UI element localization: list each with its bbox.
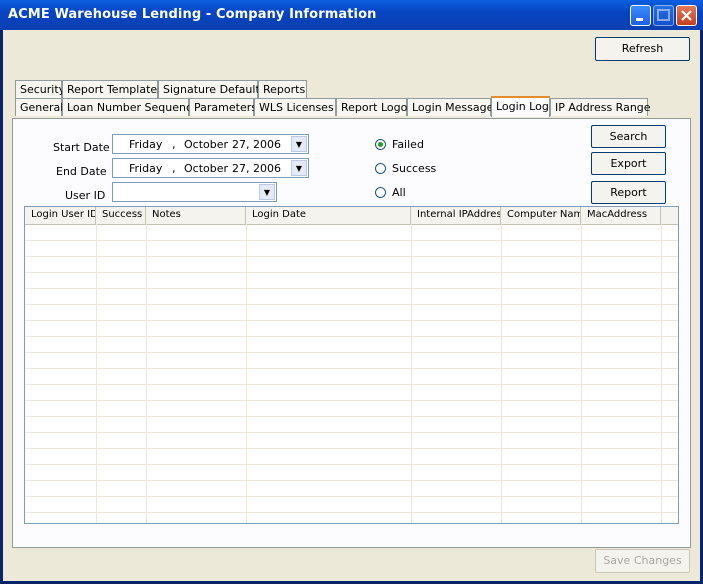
grid-row-line xyxy=(25,304,678,305)
grid-row-line xyxy=(25,384,678,385)
tab-security[interactable]: Security xyxy=(15,80,65,98)
tab-parameters[interactable]: Parameters xyxy=(189,98,257,116)
start-date-month[interactable]: October xyxy=(184,138,228,151)
grid-row-line xyxy=(25,464,678,465)
failed-radio-label[interactable]: Failed xyxy=(392,138,424,151)
export-button[interactable]: Export xyxy=(591,152,666,175)
column-header-success[interactable]: Success xyxy=(96,207,146,224)
grid-column-line xyxy=(146,224,147,523)
title-bar[interactable]: ACME Warehouse Lending - Company Informa… xyxy=(0,0,703,30)
minimize-button[interactable] xyxy=(630,5,651,26)
grid-row-line xyxy=(25,400,678,401)
grid-column-line xyxy=(96,224,97,523)
chevron-down-icon: ▼ xyxy=(295,140,303,149)
minimize-icon xyxy=(636,18,643,21)
grid-row-line xyxy=(25,256,678,257)
grid-row-line xyxy=(25,288,678,289)
tab-general[interactable]: General xyxy=(15,98,63,116)
all-radio-label[interactable]: All xyxy=(392,186,406,199)
grid-row-line xyxy=(25,320,678,321)
tab-login-message[interactable]: Login Message xyxy=(407,98,493,116)
grid-row-line xyxy=(25,240,678,241)
refresh-button[interactable]: Refresh xyxy=(595,37,690,61)
user-id-combobox[interactable]: ▼ xyxy=(112,182,277,202)
tab-reports[interactable]: Reports xyxy=(258,80,307,98)
chevron-down-icon: ▼ xyxy=(295,164,303,173)
column-header-computer-name[interactable]: Computer Name xyxy=(501,207,581,224)
grid-column-line xyxy=(246,224,247,523)
login-log-grid[interactable]: Login User ID Success Notes Login Date I… xyxy=(24,206,679,524)
end-date-month[interactable]: October xyxy=(184,162,228,175)
tab-login-log[interactable]: Login Log xyxy=(491,96,550,117)
start-date-date[interactable]: 27, 2006 xyxy=(232,138,281,151)
end-date-date[interactable]: 27, 2006 xyxy=(232,162,281,175)
grid-column-line xyxy=(411,224,412,523)
tab-signature-defaults[interactable]: Signature Defaults xyxy=(158,80,266,98)
grid-row-line xyxy=(25,416,678,417)
start-date-day[interactable]: Friday xyxy=(129,138,162,151)
chevron-down-icon: ▼ xyxy=(263,188,271,197)
end-date-day[interactable]: Friday xyxy=(129,162,162,175)
tab-report-logo[interactable]: Report Logo xyxy=(336,98,407,116)
close-icon xyxy=(681,10,692,21)
end-date-dropdown-button[interactable]: ▼ xyxy=(291,160,307,176)
radio-selected-dot xyxy=(378,142,383,147)
column-header-login-user-id[interactable]: Login User ID xyxy=(25,207,96,224)
tab-report-templates[interactable]: Report Templates xyxy=(62,80,163,98)
tab-loan-number-sequence[interactable]: Loan Number Sequence xyxy=(62,98,199,116)
end-date-picker[interactable]: Friday , October 27, 2006 ▼ xyxy=(112,158,309,178)
close-button[interactable] xyxy=(676,5,697,26)
grid-header: Login User ID Success Notes Login Date I… xyxy=(25,207,678,225)
column-header-notes[interactable]: Notes xyxy=(146,207,246,224)
grid-column-line xyxy=(501,224,502,523)
window-title: ACME Warehouse Lending - Company Informa… xyxy=(8,7,377,22)
grid-column-line xyxy=(581,224,582,523)
column-header-macaddress[interactable]: MacAddress xyxy=(581,207,661,224)
grid-row-line xyxy=(25,496,678,497)
column-header-internal-ipaddress[interactable]: Internal IPAddress xyxy=(411,207,501,224)
grid-row-line xyxy=(25,432,678,433)
all-radio[interactable] xyxy=(375,187,386,198)
start-date-label: Start Date xyxy=(53,141,110,154)
grid-row-line xyxy=(25,352,678,353)
end-date-separator: , xyxy=(172,162,176,175)
grid-row-line xyxy=(25,336,678,337)
column-header-login-date[interactable]: Login Date xyxy=(246,207,411,224)
failed-radio[interactable] xyxy=(375,139,386,150)
grid-row-line xyxy=(25,448,678,449)
grid-column-line xyxy=(661,224,662,523)
end-date-label: End Date xyxy=(56,165,107,178)
save-changes-button[interactable]: Save Changes xyxy=(595,549,690,573)
grid-row-line xyxy=(25,368,678,369)
grid-row-line xyxy=(25,272,678,273)
search-button[interactable]: Search xyxy=(591,125,666,148)
start-date-picker[interactable]: Friday , October 27, 2006 ▼ xyxy=(112,134,309,154)
user-id-label: User ID xyxy=(65,189,106,202)
user-id-dropdown-button[interactable]: ▼ xyxy=(259,184,275,200)
start-date-dropdown-button[interactable]: ▼ xyxy=(291,136,307,152)
start-date-separator: , xyxy=(172,138,176,151)
report-button[interactable]: Report xyxy=(591,181,666,204)
grid-row-line xyxy=(25,480,678,481)
success-radio-label[interactable]: Success xyxy=(392,162,436,175)
tab-ip-address-range[interactable]: IP Address Range xyxy=(550,98,651,116)
maximize-button[interactable] xyxy=(653,5,674,26)
maximize-icon xyxy=(657,9,670,21)
success-radio[interactable] xyxy=(375,163,386,174)
grid-row-line xyxy=(25,512,678,513)
tab-wls-licenses[interactable]: WLS Licenses xyxy=(254,98,336,116)
